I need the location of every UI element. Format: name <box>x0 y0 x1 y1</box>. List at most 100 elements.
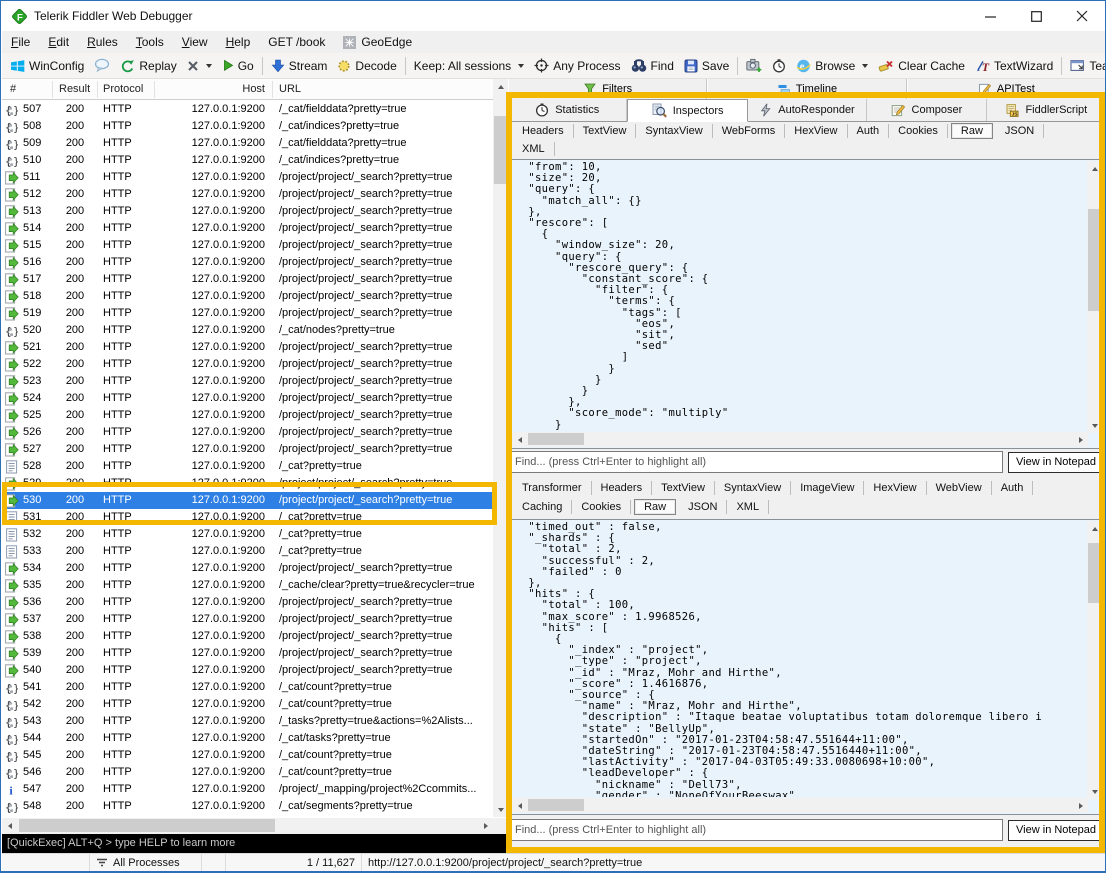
session-row-533[interactable]: 533200HTTP127.0.0.1:9200/_cat?pretty=tru… <box>2 543 493 560</box>
tab-filters[interactable]: Filters <box>508 79 707 99</box>
response-tab-hexview[interactable]: HexView <box>864 481 926 495</box>
scroll-left-icon[interactable] <box>512 432 527 447</box>
scroll-down-icon[interactable] <box>493 802 508 817</box>
scrollbar-thumb[interactable] <box>528 433 584 445</box>
go-button[interactable]: Go <box>217 57 259 75</box>
request-tab-hexview[interactable]: HexView <box>785 124 847 138</box>
scroll-down-icon[interactable] <box>1087 418 1102 433</box>
scrollbar-thumb[interactable] <box>19 819 275 832</box>
menu-view[interactable]: View <box>173 32 217 52</box>
response-tab-headers[interactable]: Headers <box>592 481 653 495</box>
tab-fiddlerscript[interactable]: JSFiddlerScript <box>987 99 1106 121</box>
any-process-button[interactable]: Any Process <box>529 56 625 75</box>
chevron-down-icon[interactable] <box>206 64 212 68</box>
request-tab-textview[interactable]: TextView <box>574 124 637 138</box>
session-row-545[interactable]: {}json545200HTTP127.0.0.1:9200/_cat/coun… <box>2 747 493 764</box>
request-tab-raw[interactable]: Raw <box>951 123 993 139</box>
response-tab-xml[interactable]: XML <box>727 500 769 514</box>
session-row-515[interactable]: 515200HTTP127.0.0.1:9200/project/project… <box>2 237 493 254</box>
session-row-512[interactable]: 512200HTTP127.0.0.1:9200/project/project… <box>2 186 493 203</box>
session-row-529[interactable]: 529200HTTP127.0.0.1:9200/project/project… <box>2 475 493 492</box>
request-tab-cookies[interactable]: Cookies <box>889 124 948 138</box>
session-row-531[interactable]: 531200HTTP127.0.0.1:9200/_cat?pretty=tru… <box>2 509 493 526</box>
session-row-527[interactable]: 527200HTTP127.0.0.1:9200/project/project… <box>2 441 493 458</box>
session-row-517[interactable]: 517200HTTP127.0.0.1:9200/project/project… <box>2 271 493 288</box>
column-header-url[interactable]: URL <box>279 83 301 95</box>
session-row-510[interactable]: {}json510200HTTP127.0.0.1:9200/_cat/indi… <box>2 152 493 169</box>
tab-inspectors[interactable]: Inspectors <box>627 99 747 122</box>
column-header-result[interactable]: Result <box>59 83 90 95</box>
response-tab-textview[interactable]: TextView <box>652 481 715 495</box>
find-button[interactable]: Find <box>626 57 679 75</box>
response-tab-webview[interactable]: WebView <box>927 481 992 495</box>
session-row-521[interactable]: 521200HTTP127.0.0.1:9200/project/project… <box>2 339 493 356</box>
request-tab-xml[interactable]: XML <box>513 142 555 156</box>
tab-apitest[interactable]: APITest <box>907 79 1106 99</box>
menu-edit[interactable]: Edit <box>39 32 78 52</box>
session-row-532[interactable]: 532200HTTP127.0.0.1:9200/_cat?pretty=tru… <box>2 526 493 543</box>
comment-icon-button[interactable] <box>89 56 115 75</box>
menu-file[interactable]: File <box>2 32 39 52</box>
response-vscrollbar[interactable] <box>1087 521 1102 799</box>
session-row-547[interactable]: i547200HTTP127.0.0.1:9200/project/_mappi… <box>2 781 493 798</box>
stream-button[interactable]: Stream <box>266 57 333 75</box>
scroll-left-icon[interactable] <box>512 798 527 813</box>
session-row-519[interactable]: 519200HTTP127.0.0.1:9200/project/project… <box>2 305 493 322</box>
request-tab-json[interactable]: JSON <box>996 124 1044 138</box>
session-row-526[interactable]: 526200HTTP127.0.0.1:9200/project/project… <box>2 424 493 441</box>
tearoff-button[interactable]: Tearoff <box>1065 57 1106 75</box>
clear-cache-button[interactable]: Clear Cache <box>873 57 970 75</box>
timer-icon-button[interactable] <box>767 57 791 75</box>
response-hscrollbar[interactable] <box>512 798 1088 813</box>
find-input[interactable] <box>510 451 1003 473</box>
scroll-right-icon[interactable] <box>1073 432 1088 447</box>
menu-geoedge[interactable]: GeoEdge <box>334 32 421 52</box>
save-button[interactable]: Save <box>679 57 734 75</box>
session-row-539[interactable]: 539200HTTP127.0.0.1:9200/project/project… <box>2 645 493 662</box>
scroll-right-icon[interactable] <box>1073 798 1088 813</box>
maximize-button[interactable] <box>1013 1 1059 31</box>
session-list-hscrollbar[interactable] <box>2 818 493 834</box>
session-row-514[interactable]: 514200HTTP127.0.0.1:9200/project/project… <box>2 220 493 237</box>
request-tab-webforms[interactable]: WebForms <box>713 124 786 138</box>
session-row-523[interactable]: 523200HTTP127.0.0.1:9200/project/project… <box>2 373 493 390</box>
session-row-538[interactable]: 538200HTTP127.0.0.1:9200/project/project… <box>2 628 493 645</box>
menu-tools[interactable]: Tools <box>127 32 173 52</box>
browse-button[interactable]: eBrowse <box>791 57 873 75</box>
scroll-up-icon[interactable] <box>493 79 508 94</box>
replay-button[interactable]: Replay <box>115 57 181 75</box>
session-row-522[interactable]: 522200HTTP127.0.0.1:9200/project/project… <box>2 356 493 373</box>
tab-autoresponder[interactable]: AutoResponder <box>748 99 867 121</box>
session-row-546[interactable]: {}json546200HTTP127.0.0.1:9200/_cat/coun… <box>2 764 493 781</box>
minimize-button[interactable] <box>967 1 1013 31</box>
scroll-down-icon[interactable] <box>1087 784 1102 799</box>
response-tab-auth[interactable]: Auth <box>992 481 1034 495</box>
scrollbar-thumb[interactable] <box>1088 543 1101 603</box>
chevron-down-icon[interactable] <box>518 64 524 68</box>
session-row-530[interactable]: 530200HTTP127.0.0.1:9200/project/project… <box>2 492 493 509</box>
request-tab-syntaxview[interactable]: SyntaxView <box>636 124 712 138</box>
request-tab-headers[interactable]: Headers <box>513 124 574 138</box>
session-row-520[interactable]: {}json520200HTTP127.0.0.1:9200/_cat/node… <box>2 322 493 339</box>
remove-icon-button[interactable] <box>182 58 217 74</box>
response-raw-view[interactable]: "timed_out" : false, "_shards" : { "tota… <box>510 519 1104 815</box>
session-row-534[interactable]: 534200HTTP127.0.0.1:9200/project/project… <box>2 560 493 577</box>
quickexec-bar[interactable]: [QuickExec] ALT+Q > type HELP to learn m… <box>2 834 507 853</box>
column-header-num[interactable]: # <box>10 83 16 95</box>
session-row-511[interactable]: 511200HTTP127.0.0.1:9200/project/project… <box>2 169 493 186</box>
view-in-notepad-button[interactable]: View in Notepad <box>1008 820 1104 841</box>
session-row-548[interactable]: {}json548200HTTP127.0.0.1:9200/_cat/segm… <box>2 798 493 815</box>
decode-button[interactable]: Decode <box>332 57 401 75</box>
session-row-535[interactable]: 535200HTTP127.0.0.1:9200/_cache/clear?pr… <box>2 577 493 594</box>
session-row-541[interactable]: {}json541200HTTP127.0.0.1:9200/_cat/coun… <box>2 679 493 696</box>
session-row-513[interactable]: 513200HTTP127.0.0.1:9200/project/project… <box>2 203 493 220</box>
textwizard-button[interactable]: TTextWizard <box>970 57 1058 75</box>
session-row-543[interactable]: {}json543200HTTP127.0.0.1:9200/_tasks?pr… <box>2 713 493 730</box>
response-tab-imageview[interactable]: ImageView <box>791 481 864 495</box>
session-row-508[interactable]: {}json508200HTTP127.0.0.1:9200/_cat/indi… <box>2 118 493 135</box>
response-tab-transformer[interactable]: Transformer <box>513 481 592 495</box>
request-vscrollbar[interactable] <box>1087 161 1102 433</box>
winconfig-button[interactable]: WinConfig <box>5 57 89 75</box>
response-tab-raw[interactable]: Raw <box>634 499 676 515</box>
tab-statistics[interactable]: Statistics <box>508 99 627 121</box>
